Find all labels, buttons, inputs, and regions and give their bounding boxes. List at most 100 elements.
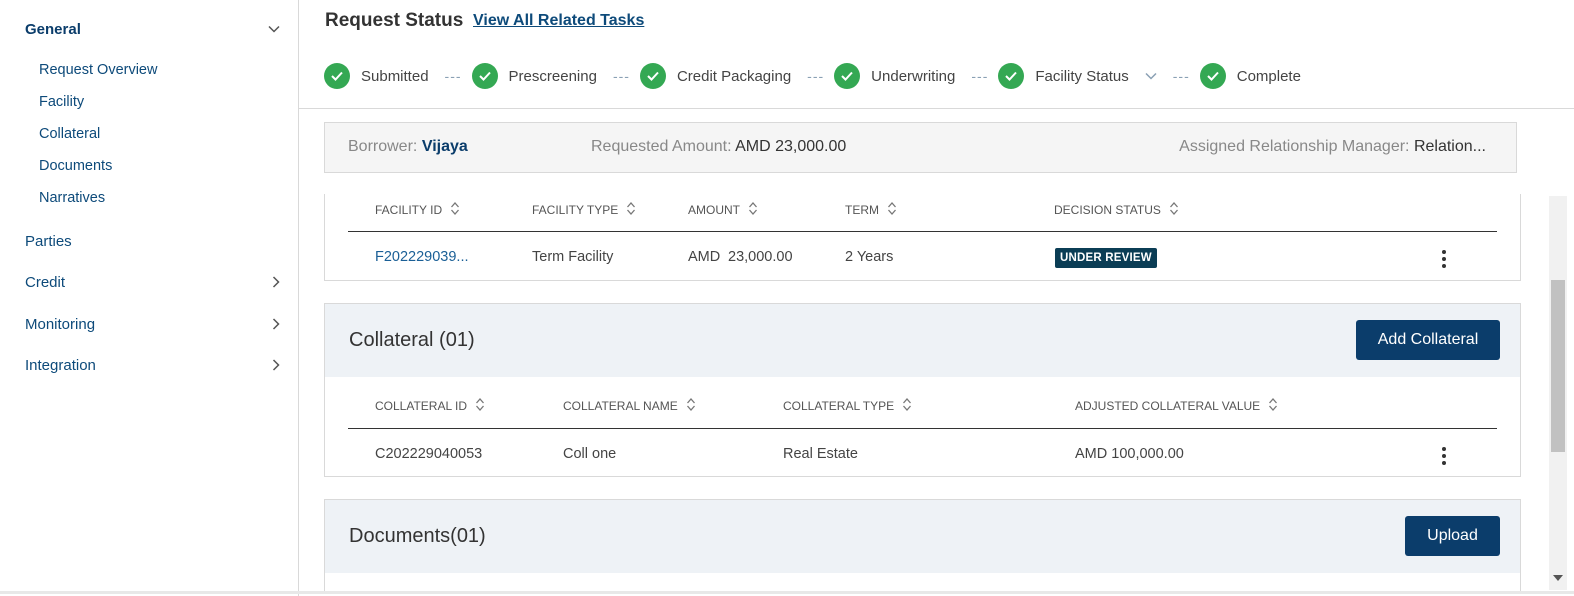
sort-icon (887, 201, 897, 219)
step-connector: --- (612, 68, 630, 84)
scroll-down-icon[interactable] (1553, 568, 1563, 586)
check-icon (998, 63, 1025, 89)
column-header-amount[interactable]: AMOUNT (688, 201, 758, 219)
more-options-icon[interactable] (1441, 446, 1447, 471)
column-header-decision-status[interactable]: DECISION STATUS (1054, 201, 1179, 219)
check-icon (639, 63, 666, 89)
column-header-collateral-name[interactable]: COLLATERAL NAME (563, 397, 696, 415)
step-label: Complete (1236, 67, 1301, 85)
sidebar-item-documents[interactable]: Documents (39, 158, 112, 178)
amount-label: Requested Amount: (591, 138, 732, 155)
more-options-icon[interactable] (1441, 249, 1447, 274)
facility-term: 2 Years (845, 249, 894, 265)
column-header-facility-id[interactable]: FACILITY ID (375, 201, 460, 219)
facility-id-link[interactable]: F202229039... (375, 249, 469, 265)
vertical-scrollbar[interactable] (1549, 196, 1567, 590)
chevron-right-icon (272, 276, 280, 288)
collateral-type: Real Estate (783, 446, 858, 462)
header-label: COLLATERAL ID (375, 399, 468, 413)
sidebar: General Request Overview Facility Collat… (0, 0, 299, 596)
amount-value: AMD 23,000.00 (735, 138, 847, 155)
step-facility-status[interactable]: Facility Status (998, 63, 1157, 89)
column-header-collateral-id[interactable]: COLLATERAL ID (375, 397, 485, 415)
sidebar-item-label: Monitoring (25, 315, 96, 333)
sidebar-item-request-overview[interactable]: Request Overview (39, 62, 157, 82)
collateral-id: C202229040053 (375, 446, 483, 462)
step-label: Submitted (361, 67, 429, 85)
sort-icon (1169, 201, 1179, 219)
request-summary: Borrower: Vijaya Requested Amount: AMD 2… (324, 122, 1517, 173)
column-header-collateral-type[interactable]: COLLATERAL TYPE (783, 397, 912, 415)
step-label: Credit Packaging (676, 67, 792, 85)
column-header-facility-type[interactable]: FACILITY TYPE (532, 201, 636, 219)
step-prescreening: Prescreening (471, 63, 597, 89)
header-label: FACILITY ID (375, 203, 443, 217)
sidebar-item-label: Credit (25, 273, 66, 291)
sidebar-item-collateral[interactable]: Collateral (39, 126, 100, 146)
manager-info: Assigned Relationship Manager: Relation.… (1179, 138, 1486, 156)
sort-icon (686, 397, 696, 415)
check-icon (1199, 63, 1226, 89)
step-connector: --- (444, 68, 462, 84)
step-credit-packaging: Credit Packaging (639, 63, 792, 89)
step-label: Facility Status (1035, 67, 1129, 85)
check-icon (471, 63, 498, 89)
sidebar-item-narratives[interactable]: Narratives (39, 190, 105, 210)
facility-type: Term Facility (532, 249, 614, 265)
step-connector: --- (971, 68, 989, 84)
bottom-border (0, 591, 1574, 594)
documents-title: Documents(01) (349, 525, 486, 547)
borrower-value: Vijaya (421, 138, 468, 155)
step-label: Underwriting (871, 67, 956, 85)
sort-icon (1268, 397, 1278, 415)
view-all-tasks-link[interactable]: View All Related Tasks (473, 12, 644, 30)
status-stepper: Submitted --- Prescreening --- Credit Pa… (324, 62, 1301, 90)
sidebar-item-label: Integration (25, 356, 96, 374)
sidebar-item-label: General (25, 20, 81, 38)
facility-amount: 23,000.00 (728, 249, 793, 265)
scrollbar-thumb[interactable] (1551, 280, 1565, 452)
collateral-header: Collateral (01) Add Collateral (325, 304, 1520, 377)
sidebar-item-general[interactable]: General (25, 18, 280, 40)
facility-card: FACILITY ID FACILITY TYPE AMOUNT TERM DE… (324, 194, 1521, 281)
sidebar-item-parties[interactable]: Parties (25, 230, 280, 252)
sidebar-item-monitoring[interactable]: Monitoring (25, 313, 280, 335)
collateral-value: AMD 100,000.00 (1075, 446, 1184, 462)
facility-currency: AMD (688, 249, 721, 265)
chevron-right-icon (272, 359, 280, 371)
header-label: FACILITY TYPE (532, 203, 619, 217)
header-divider (348, 428, 1497, 429)
header-label: COLLATERAL NAME (563, 399, 678, 413)
column-header-adjusted-value[interactable]: ADJUSTED COLLATERAL VALUE (1075, 397, 1278, 415)
check-icon (324, 63, 350, 89)
main-content: Request Status View All Related Tasks Su… (299, 0, 1574, 596)
step-label: Prescreening (508, 67, 597, 85)
column-header-term[interactable]: TERM (845, 201, 897, 219)
sort-icon (748, 201, 758, 219)
add-collateral-button[interactable]: Add Collateral (1356, 320, 1500, 360)
page-title: Request Status (325, 10, 464, 31)
step-connector: --- (807, 68, 825, 84)
chevron-right-icon (272, 318, 280, 330)
sidebar-item-integration[interactable]: Integration (25, 354, 280, 376)
sort-icon (475, 397, 485, 415)
collateral-name: Coll one (563, 446, 617, 462)
header-label: COLLATERAL TYPE (783, 399, 895, 413)
header-label: AMOUNT (688, 203, 740, 217)
sort-icon (626, 201, 636, 219)
check-icon (834, 63, 861, 89)
manager-label: Assigned Relationship Manager: (1179, 138, 1410, 155)
request-status-bar: Request Status View All Related Tasks Su… (299, 0, 1574, 109)
sort-icon (450, 201, 460, 219)
borrower-info: Borrower: Vijaya (348, 138, 468, 156)
header-label: DECISION STATUS (1054, 203, 1161, 217)
step-submitted: Submitted (324, 63, 429, 89)
upload-button[interactable]: Upload (1405, 516, 1500, 556)
sidebar-item-label: Parties (25, 232, 72, 250)
chevron-down-icon[interactable] (1145, 67, 1157, 85)
status-badge: UNDER REVIEW (1055, 248, 1157, 268)
sidebar-item-facility[interactable]: Facility (39, 94, 84, 114)
header-label: TERM (845, 203, 879, 217)
step-complete: Complete (1199, 63, 1301, 89)
sidebar-item-credit[interactable]: Credit (25, 271, 280, 293)
